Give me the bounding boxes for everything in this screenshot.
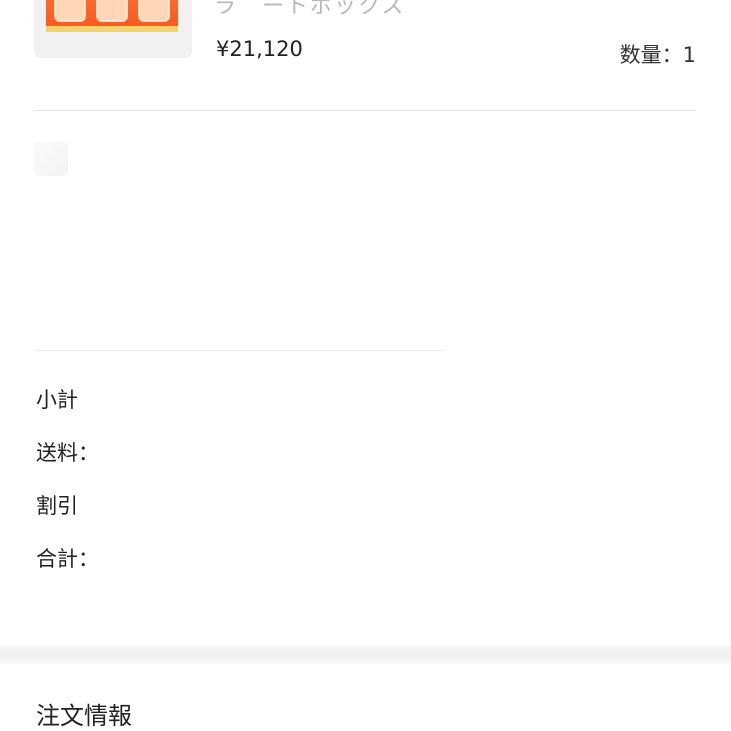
- product-card[interactable]: ラ゛ートボックス ¥21,120 数量：1: [0, 0, 731, 112]
- product-price: ¥21,120: [216, 37, 303, 61]
- box-panel: [138, 0, 170, 22]
- subtotal-label: 小計: [36, 388, 78, 412]
- total-label: 合計：: [36, 547, 99, 571]
- product-thumbnail[interactable]: [34, 0, 192, 58]
- divider: [34, 350, 444, 351]
- product-title[interactable]: ラ゛ートボックス: [214, 0, 405, 20]
- box-panel: [96, 0, 128, 22]
- product-quantity: 数量：1: [619, 43, 696, 67]
- divider: [34, 110, 696, 111]
- section-separator: [0, 646, 731, 664]
- box-panel: [54, 0, 86, 22]
- order-info-title: 注文情報: [36, 702, 132, 730]
- shipping-label: 送料：: [36, 441, 99, 465]
- discount-label: 割引: [36, 494, 78, 518]
- placeholder-block: [34, 142, 68, 176]
- product-box-image: [46, 0, 178, 32]
- order-summary: 小計 送料： 割引 合計：: [36, 384, 99, 596]
